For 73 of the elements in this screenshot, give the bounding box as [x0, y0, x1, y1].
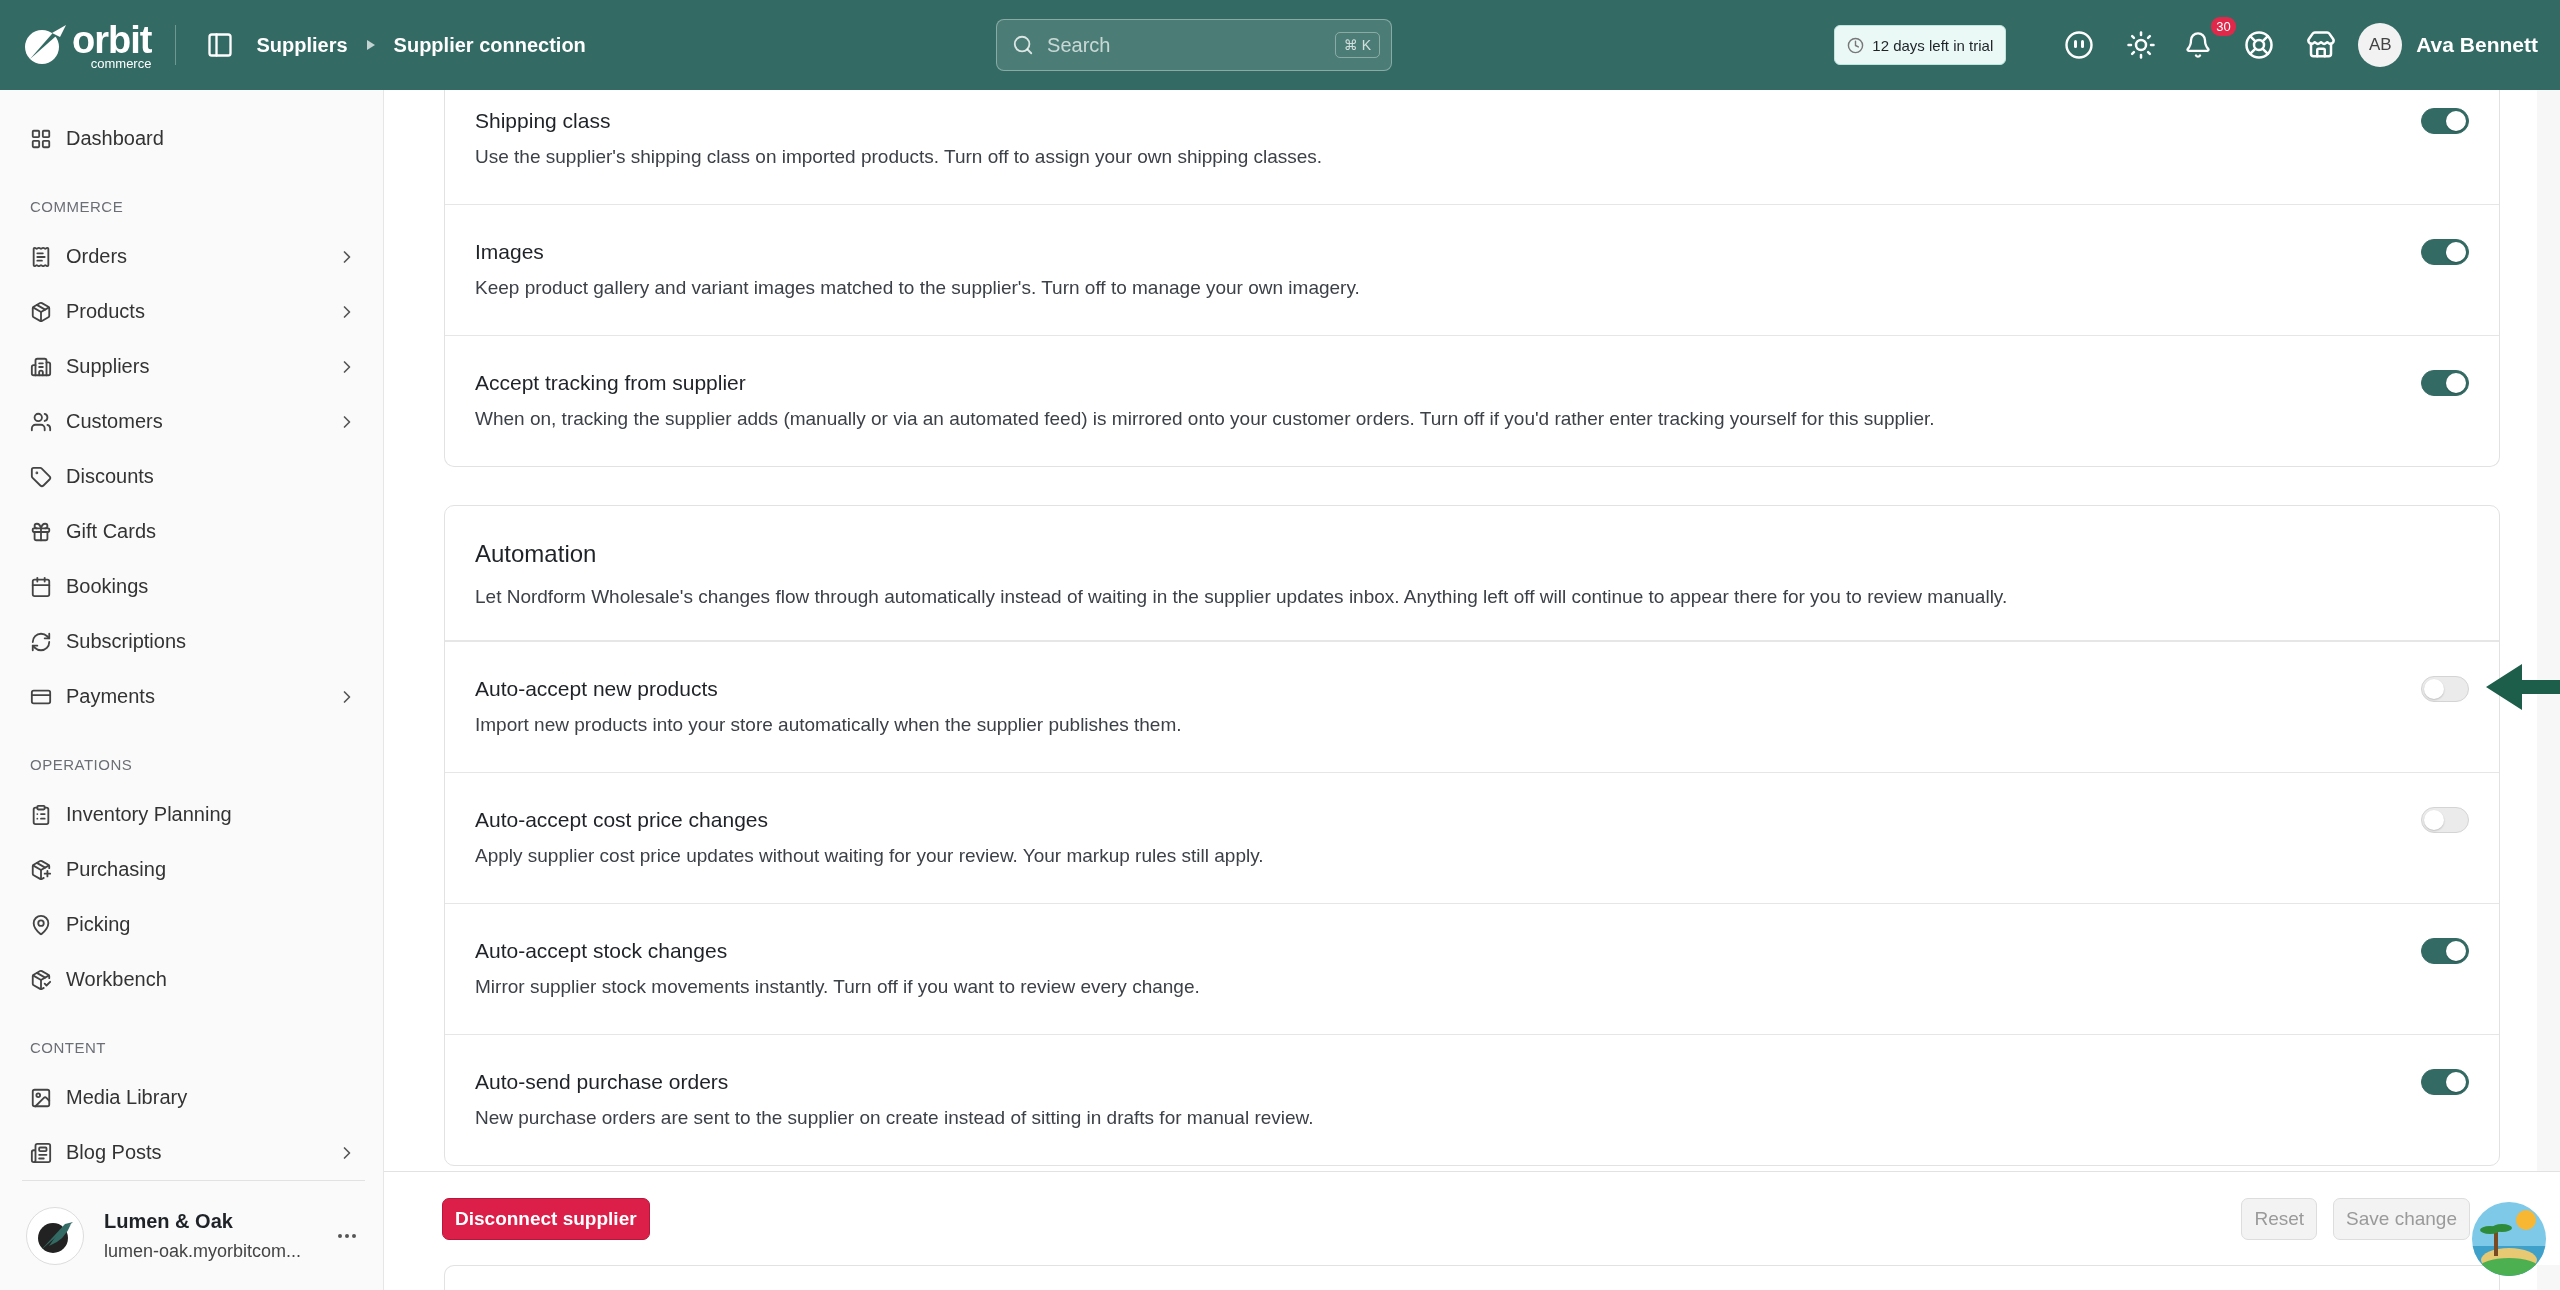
sidebar-item[interactable]: Payments — [22, 669, 365, 724]
sidebar-item[interactable]: Dashboard — [22, 111, 365, 166]
card-description: Let Nordform Wholesale's changes flow through automatically instead of waiting in the supplier updates inbox. Anything left off will continue to appear there for you to review manually. — [475, 585, 2009, 609]
logo-name: orbit — [72, 20, 152, 59]
setting-title: Auto-send purchase orders — [475, 1069, 730, 1095]
setting-description: Apply supplier cost price updates without waiting for your review. Your markup rules still apply. — [475, 844, 1265, 868]
sidebar-item[interactable]: Customers — [22, 394, 365, 449]
setting-title: Auto-accept stock changes — [475, 938, 729, 964]
box-icon — [30, 300, 52, 323]
map-pin-icon — [30, 913, 52, 936]
disconnect-button[interactable]: Disconnect supplier — [442, 1197, 650, 1240]
sidebar-item[interactable]: Inventory Planning — [22, 787, 365, 842]
sidebar-item[interactable]: Subscriptions — [22, 614, 365, 669]
sidebar-item[interactable]: Gift Cards — [22, 504, 365, 559]
pointer-arrow-icon — [2486, 664, 2560, 710]
setting-title: Auto-accept cost price changes — [475, 807, 769, 833]
setting-title: Shipping class — [475, 108, 612, 134]
tag-icon — [30, 465, 52, 488]
sidebar-item[interactable]: Media Library — [22, 1070, 365, 1125]
toggle-switch[interactable] — [2421, 108, 2469, 134]
sidebar-item[interactable]: Bookings — [22, 559, 365, 614]
sidebar-item[interactable]: Suppliers — [22, 339, 365, 394]
user-avatar[interactable]: AB — [2358, 23, 2403, 67]
image-icon — [30, 1086, 52, 1109]
setting-description: Keep product gallery and variant images matched to the supplier's. Turn off to manage your own imagery. — [475, 276, 1361, 300]
store-name: Lumen & Oak — [104, 1209, 234, 1233]
calendar-icon — [30, 575, 52, 598]
notification-count: 30 — [2211, 17, 2236, 36]
package-check-icon — [30, 968, 52, 991]
shortcut-hint: ⌘ K — [1334, 32, 1381, 58]
setting-description: When on, tracking the supplier adds (manually or via an automated feed) is mirrored onto your customer orders. Turn off if you'd rather enter tracking yourself for this supplier. — [475, 407, 1936, 431]
sidebar-item[interactable]: Discounts — [22, 449, 365, 504]
logo-tagline: commerce — [90, 56, 152, 70]
setting-description: Import new products into your store automatically when the supplier publishes them. — [475, 713, 1183, 737]
toggle-switch[interactable] — [2421, 370, 2469, 396]
setting-title: Images — [475, 239, 545, 265]
newspaper-icon — [30, 1141, 52, 1164]
setting-title: Auto-accept new products — [475, 676, 719, 702]
breadcrumb-current: Supplier connection — [393, 33, 586, 57]
dashboard-icon — [30, 127, 52, 150]
notifications-bell-icon[interactable] — [2184, 31, 2213, 59]
logo-icon — [22, 23, 66, 67]
package-plus-icon — [30, 858, 52, 881]
building-icon — [30, 355, 52, 378]
user-name: Ava Bennett — [2416, 33, 2538, 57]
receipt-icon — [30, 245, 52, 268]
section-label: CONTENT — [30, 1039, 107, 1056]
toggle-switch[interactable] — [2421, 1069, 2469, 1095]
clock-icon — [1847, 36, 1865, 54]
breadcrumb-link[interactable]: Suppliers — [256, 33, 348, 57]
section-label: COMMERCE — [30, 198, 125, 215]
users-icon — [30, 410, 52, 433]
sidebar-item[interactable]: Workbench — [22, 952, 365, 1007]
sidebar-item[interactable]: Purchasing — [22, 842, 365, 897]
sidebar-item[interactable]: Blog Posts — [22, 1125, 365, 1180]
store-domain: lumen-oak.myorbitcom... — [104, 1240, 303, 1262]
sidebar-item[interactable]: Orders — [22, 229, 365, 284]
gift-icon — [30, 520, 52, 543]
setting-title: Accept tracking from supplier — [475, 370, 747, 396]
refresh-icon — [30, 630, 52, 653]
setting-description: Mirror supplier stock movements instantly. Turn off if you want to review every change. — [475, 975, 1201, 999]
card-title: Automation — [475, 540, 598, 568]
toggle-switch[interactable] — [2421, 938, 2469, 964]
sidebar-item[interactable]: Products — [22, 284, 365, 339]
sidebar-item[interactable]: Picking — [22, 897, 365, 952]
search-icon — [1012, 34, 1035, 56]
setting-description: Use the supplier's shipping class on imported products. Turn off to assign your own shipping classes. — [475, 145, 1324, 169]
setting-description: New purchase orders are sent to the supplier on create instead of sitting in drafts for manual review. — [475, 1106, 1315, 1130]
clipboard-icon — [30, 803, 52, 826]
toggle-switch[interactable] — [2421, 239, 2469, 265]
trial-badge[interactable]: 12 days left in trial — [1834, 25, 2007, 65]
section-label: OPERATIONS — [30, 756, 134, 773]
caret-icon — [365, 39, 376, 51]
